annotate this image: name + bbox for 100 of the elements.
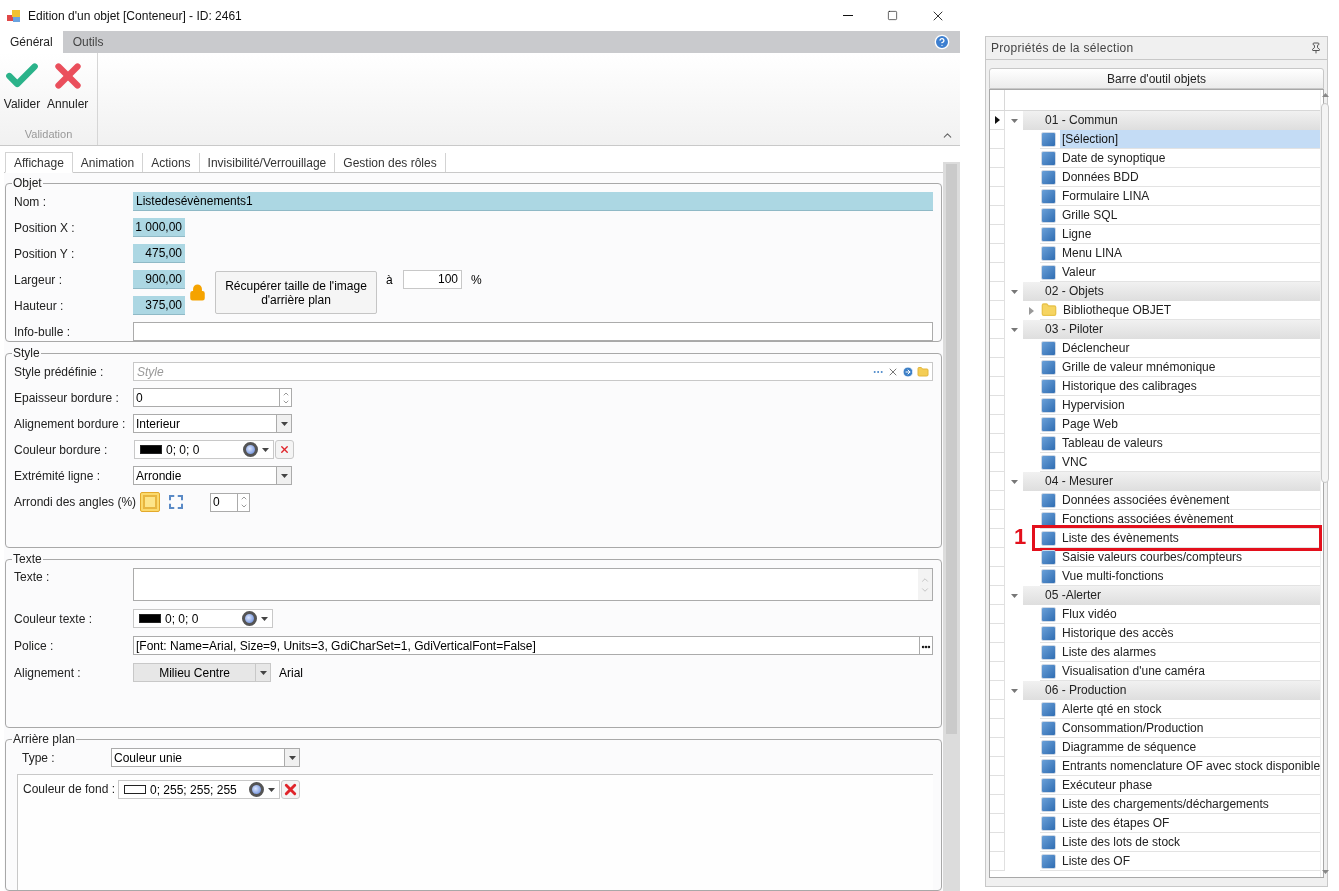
tree-item[interactable]: Menu LINA [1060, 244, 1321, 262]
collapse-icon[interactable] [1010, 478, 1018, 485]
tree-item[interactable]: Grille SQL [1060, 206, 1321, 224]
tree-item[interactable]: Fonctions associées évènement [1060, 510, 1321, 528]
ribbon-tab[interactable]: Général [0, 31, 63, 53]
tree-item[interactable]: Données associées évènement [1060, 491, 1321, 509]
color-picker[interactable]: 0; 0; 0 [134, 440, 274, 459]
cancel-button[interactable]: Annuler [44, 57, 92, 113]
field-label: Style prédéfinie : [14, 363, 105, 381]
tab[interactable]: Animation [72, 153, 144, 172]
dropdown[interactable]: Interieur [133, 414, 292, 433]
tree-item[interactable]: Exécuteur phase [1060, 776, 1321, 794]
folder-icon[interactable] [917, 365, 929, 378]
tab[interactable]: Gestion des rôles [335, 153, 446, 172]
tree-item[interactable]: VNC [1060, 453, 1321, 471]
maximize-icon [887, 10, 898, 21]
clear-button[interactable] [275, 440, 294, 459]
scale-field[interactable]: 100 [403, 270, 462, 289]
tree-item[interactable]: Formulaire LINA [1060, 187, 1321, 205]
text-area[interactable] [133, 568, 933, 601]
row-header-cell [990, 719, 1005, 738]
tree-item[interactable]: Historique des accès [1060, 624, 1321, 642]
item-icon [1041, 169, 1056, 185]
alignment-dropdown[interactable]: Milieu Centre [133, 663, 271, 682]
tree-item[interactable]: Liste des chargements/déchargements [1060, 795, 1321, 813]
color-wheel-icon [243, 442, 258, 457]
tree-item[interactable]: Consommation/Production [1060, 719, 1321, 737]
scrollbar[interactable] [943, 162, 960, 891]
expand-icon[interactable] [1029, 306, 1034, 315]
name-field[interactable]: Listedesévènements1 [133, 192, 933, 211]
scrollbar[interactable] [1320, 90, 1330, 877]
font-field[interactable]: [Font: Name=Arial, Size=9, Units=3, GdiCharSet=1, GdiVerticalFont=False] [133, 636, 933, 655]
field-label: Info-bulle : [14, 323, 72, 341]
group-header[interactable]: 06 - Production [1023, 681, 1321, 700]
tree-item[interactable]: Déclencheur [1060, 339, 1321, 357]
tree-item[interactable]: Liste des alarmes [1060, 643, 1321, 661]
tree-item[interactable]: Diagramme de séquence [1060, 738, 1321, 756]
collapse-icon[interactable] [1010, 117, 1018, 124]
validate-button[interactable]: Valider [0, 57, 44, 113]
tooltip-field[interactable] [133, 322, 933, 341]
tab[interactable]: Affichage [5, 152, 73, 173]
number-field[interactable]: 1 000,00 [133, 218, 185, 237]
pin-icon[interactable] [1310, 42, 1322, 54]
group-header[interactable]: 02 - Objets [1023, 282, 1321, 301]
tree-item[interactable]: Page Web [1060, 415, 1321, 433]
item-icon [1041, 758, 1056, 774]
ribbon-tab[interactable]: Outils [62, 31, 114, 53]
tab[interactable]: Actions [143, 153, 200, 172]
number-field[interactable]: 475,00 [133, 244, 185, 263]
corner-mode-button[interactable] [140, 492, 161, 512]
tab[interactable]: Invisibilité/Verrouillage [199, 153, 336, 172]
row-header-cell [990, 605, 1005, 624]
help-icon[interactable] [934, 34, 950, 50]
tree-item[interactable]: Flux vidéo [1060, 605, 1321, 623]
caret-icon [268, 787, 275, 792]
number-field[interactable]: 375,00 [133, 296, 185, 315]
tree-item[interactable]: Liste des OF [1060, 852, 1321, 870]
tree-item[interactable]: Grille de valeur mnémonique [1060, 358, 1321, 376]
tree-item[interactable]: Saisie valeurs courbes/compteurs [1060, 548, 1321, 566]
collapse-icon[interactable] [1010, 687, 1018, 694]
collapse-icon[interactable] [1010, 592, 1018, 599]
scroll-up-icon[interactable] [1321, 93, 1329, 97]
group-header[interactable]: 01 - Commun [1023, 111, 1321, 130]
tree-item[interactable]: Liste des lots de stock [1060, 833, 1321, 851]
tree-item[interactable]: Visualisation d'une caméra [1060, 662, 1321, 680]
tree-item[interactable]: [Sélection] [1060, 130, 1321, 148]
collapse-icon[interactable] [1010, 326, 1018, 333]
group-header[interactable]: 04 - Mesurer [1023, 472, 1321, 491]
tree-item[interactable]: Alerte qté en stock [1060, 700, 1321, 718]
tree-item[interactable]: Valeur [1060, 263, 1321, 281]
clear-button[interactable] [281, 780, 300, 799]
row-header-cell [990, 453, 1005, 472]
collapse-icon[interactable] [1010, 288, 1018, 295]
tree-item[interactable]: Historique des calibrages [1060, 377, 1321, 395]
row-header-cell [990, 339, 1005, 358]
fetch-size-button[interactable]: Récupérer taille de l'image d'arrière plan [215, 271, 377, 314]
dropdown[interactable]: Arrondie [133, 466, 292, 485]
tree-item[interactable]: Liste des étapes OF [1060, 814, 1321, 832]
spin-field[interactable]: 0 [210, 492, 251, 512]
lock-icon[interactable] [189, 284, 206, 301]
group-header[interactable]: 05 -Alerter [1023, 586, 1321, 605]
tree-item[interactable]: Entrants nomenclature OF avec stock disponible [1060, 757, 1321, 775]
tree-item[interactable]: Données BDD [1060, 168, 1321, 186]
number-field[interactable]: 900,00 [133, 270, 185, 289]
color-picker[interactable]: 0; 0; 0 [133, 609, 273, 628]
scroll-down-icon[interactable] [1321, 870, 1329, 874]
item-icon [1041, 207, 1056, 223]
tree-item[interactable]: Bibliotheque OBJET [1061, 301, 1321, 319]
tree-item[interactable]: Ligne [1060, 225, 1321, 243]
color-picker[interactable]: 0; 255; 255; 255 [118, 780, 280, 799]
dropdown[interactable]: Couleur unie [111, 748, 300, 767]
tree-item[interactable]: Liste des évènements [1060, 529, 1321, 547]
field-label: Nom : [14, 193, 47, 211]
tree-item[interactable]: Hypervision [1060, 396, 1321, 414]
tree-item[interactable]: Vue multi-fonctions [1060, 567, 1321, 585]
arrow-circle-icon[interactable] [902, 365, 914, 378]
tree-item[interactable]: Tableau de valeurs [1060, 434, 1321, 452]
spin-field[interactable]: 0 [133, 388, 292, 407]
tree-item[interactable]: Date de synoptique [1060, 149, 1321, 167]
group-header[interactable]: 03 - Piloter [1023, 320, 1321, 339]
